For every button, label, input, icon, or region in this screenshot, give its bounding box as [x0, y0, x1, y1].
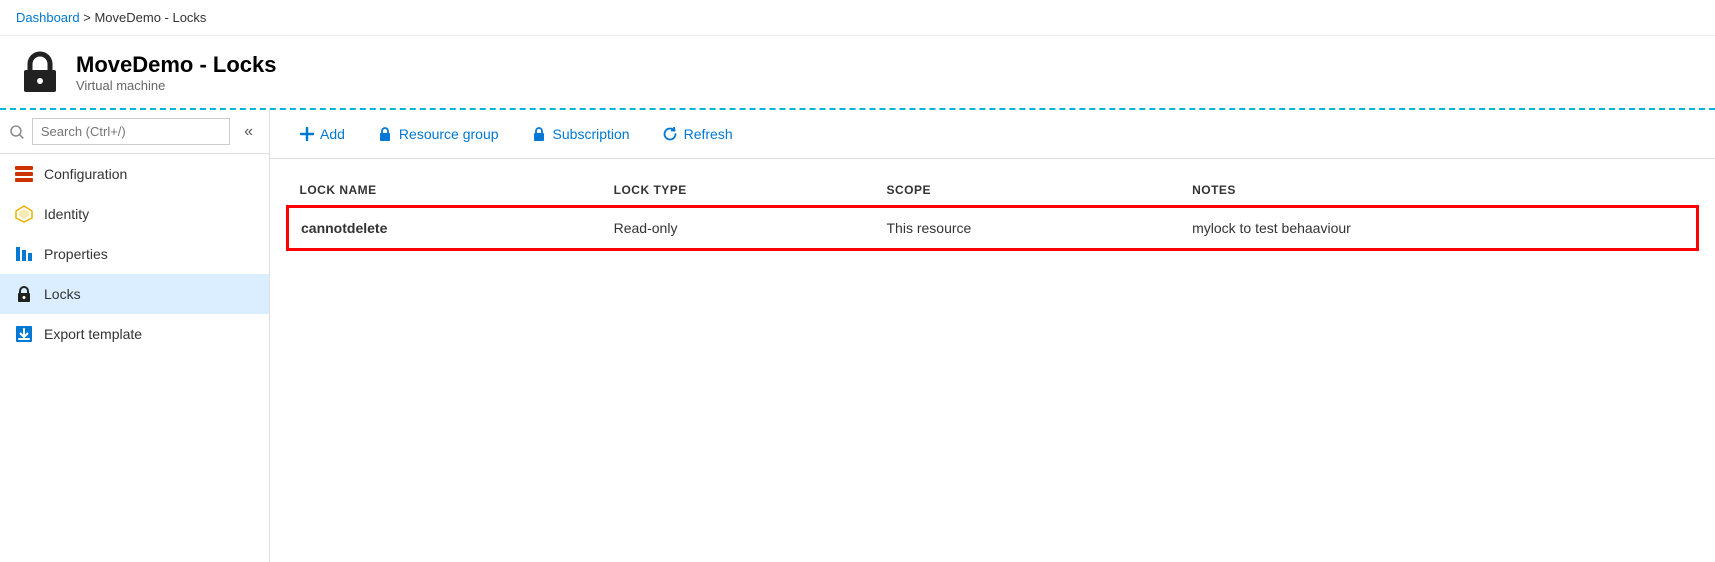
resource-group-label: Resource group — [399, 126, 499, 142]
cell-notes: mylock to test behaaviour — [1180, 207, 1697, 250]
breadcrumb-separator: > — [83, 10, 91, 25]
cell-lock-name: cannotdelete — [288, 207, 602, 250]
col-header-scope: SCOPE — [875, 175, 1181, 207]
sidebar-item-locks[interactable]: Locks — [0, 274, 269, 314]
lock-icon — [14, 284, 34, 304]
identity-icon — [14, 204, 34, 224]
add-icon — [300, 127, 314, 141]
resource-group-button[interactable]: Resource group — [363, 120, 513, 148]
cell-lock-type: Read-only — [602, 207, 875, 250]
export-icon — [14, 324, 34, 344]
breadcrumb-current: MoveDemo - Locks — [94, 10, 206, 25]
page-header-text: MoveDemo - Locks Virtual machine — [76, 52, 277, 93]
breadcrumb: Dashboard > MoveDemo - Locks — [0, 0, 1715, 36]
subscription-button[interactable]: Subscription — [517, 120, 644, 148]
page-header-icon — [16, 48, 64, 96]
subscription-lock-icon — [531, 126, 547, 142]
sidebar-item-identity[interactable]: Identity — [0, 194, 269, 234]
search-input[interactable] — [32, 118, 230, 145]
subscription-label: Subscription — [553, 126, 630, 142]
col-header-notes: NOTES — [1180, 175, 1697, 207]
sidebar-item-export-template[interactable]: Export template — [0, 314, 269, 354]
refresh-label: Refresh — [684, 126, 733, 142]
table-row[interactable]: cannotdelete Read-only This resource myl… — [288, 207, 1698, 250]
sidebar-nav: Configuration Identity — [0, 154, 269, 562]
add-button[interactable]: Add — [286, 120, 359, 148]
sidebar-label-locks: Locks — [44, 286, 81, 302]
collapse-button[interactable]: « — [238, 121, 259, 143]
search-bar: « — [0, 110, 269, 154]
resource-group-lock-icon — [377, 126, 393, 142]
add-label: Add — [320, 126, 345, 142]
sidebar-label-identity: Identity — [44, 206, 89, 222]
breadcrumb-dashboard-link[interactable]: Dashboard — [16, 10, 80, 25]
locks-table: LOCK NAME LOCK TYPE SCOPE NOTES cannotde… — [286, 175, 1699, 251]
refresh-icon — [662, 126, 678, 142]
sidebar-label-configuration: Configuration — [44, 166, 127, 182]
cell-scope: This resource — [875, 207, 1181, 250]
refresh-button[interactable]: Refresh — [648, 120, 747, 148]
sidebar-item-configuration[interactable]: Configuration — [0, 154, 269, 194]
page-title: MoveDemo - Locks — [76, 52, 277, 78]
sidebar-item-properties[interactable]: Properties — [0, 234, 269, 274]
col-header-lock-name: LOCK NAME — [288, 175, 602, 207]
sidebar-label-properties: Properties — [44, 246, 108, 262]
page-header: MoveDemo - Locks Virtual machine — [0, 36, 1715, 110]
sidebar: « Configuration — [0, 110, 270, 562]
sidebar-label-export-template: Export template — [44, 326, 142, 342]
main-layout: « Configuration — [0, 110, 1715, 562]
config-icon — [14, 164, 34, 184]
properties-icon — [14, 244, 34, 264]
page-subtitle: Virtual machine — [76, 78, 277, 93]
search-icon — [10, 125, 24, 139]
col-header-lock-type: LOCK TYPE — [602, 175, 875, 207]
table-area: LOCK NAME LOCK TYPE SCOPE NOTES cannotde… — [270, 159, 1715, 562]
toolbar: Add Resource group Subscription — [270, 110, 1715, 159]
content-area: Add Resource group Subscription — [270, 110, 1715, 562]
